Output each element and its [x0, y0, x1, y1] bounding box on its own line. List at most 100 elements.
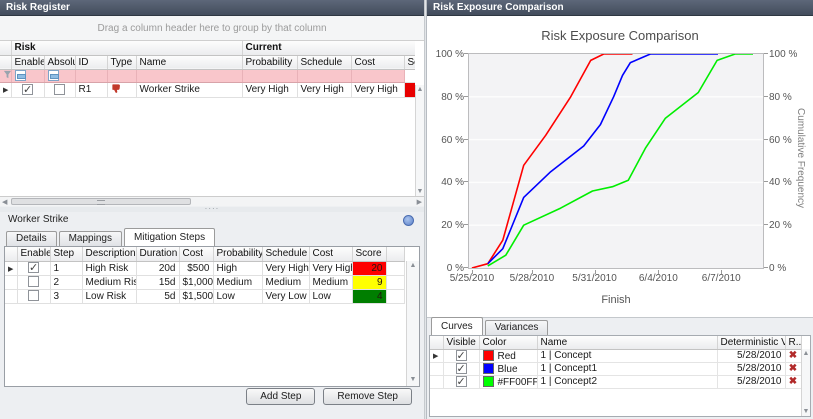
group-by-drop-zone[interactable]: Drag a column header here to group by th… [0, 16, 424, 41]
col-name[interactable]: Name [537, 336, 717, 349]
tab-curves[interactable]: Curves [431, 317, 483, 335]
col-schedule[interactable]: Schedule [262, 247, 309, 261]
description-cell[interactable]: Medium Risk [82, 275, 136, 289]
col-type[interactable]: Type [107, 55, 136, 69]
filter-cell[interactable] [351, 69, 404, 82]
visible-checkbox[interactable] [456, 376, 467, 387]
col-remove[interactable]: R... [785, 336, 801, 349]
col-color[interactable]: Color [479, 336, 537, 349]
step-enabled-cell[interactable] [17, 261, 50, 275]
scrollbar-thumb[interactable] [11, 198, 191, 205]
panel-pin-icon[interactable] [403, 215, 414, 226]
color-swatch[interactable] [483, 376, 494, 387]
duration-cell[interactable]: 5d [136, 289, 179, 303]
scroll-right-icon[interactable]: ▶ [417, 198, 422, 207]
filter-checkbox-icon[interactable] [48, 70, 59, 81]
col-score[interactable]: Score [352, 247, 386, 261]
col-cost[interactable]: Cost [351, 55, 404, 69]
step-enabled-cell[interactable] [17, 275, 50, 289]
scroll-down-icon[interactable]: ▼ [407, 375, 419, 386]
filter-cell[interactable] [75, 69, 107, 82]
schedule-cell[interactable]: Very High [262, 261, 309, 275]
enabled-checkbox[interactable] [28, 290, 39, 301]
risk-name-cell[interactable]: Worker Strike [136, 82, 242, 97]
col-duration[interactable]: Duration [136, 247, 179, 261]
col-absolute[interactable]: Absolu... [44, 55, 75, 69]
visible-checkbox[interactable] [456, 350, 467, 361]
band-current[interactable]: Current [242, 41, 415, 55]
col-probability[interactable]: Probability [213, 247, 262, 261]
col-name[interactable]: Name [136, 55, 242, 69]
tab-mitigation-steps[interactable]: Mitigation Steps [124, 228, 215, 246]
curve-name-cell[interactable]: 1 | Concept2 [537, 375, 717, 388]
risk-probability-cell[interactable]: Very High [242, 82, 297, 97]
schedule-cell[interactable]: Medium [262, 275, 309, 289]
cost-cell[interactable]: $1,500 [179, 289, 213, 303]
col-cost[interactable]: Cost [179, 247, 213, 261]
risk-score-cell[interactable] [404, 82, 415, 97]
probability-cell[interactable]: Medium [213, 275, 262, 289]
cost-cell[interactable]: $500 [179, 261, 213, 275]
filter-enabled-cell[interactable] [11, 69, 44, 82]
add-step-button[interactable]: Add Step [246, 388, 315, 405]
mitigation-row[interactable]: ▶ 1 High Risk 20d $500 High Very High Ve… [5, 261, 404, 275]
remove-cell[interactable]: ✖ [785, 362, 801, 375]
scroll-down-icon[interactable]: ▼ [802, 407, 810, 416]
scroll-up-icon[interactable]: ▲ [416, 85, 424, 94]
mitigation-vertical-scrollbar[interactable]: ▲ ▼ [406, 261, 419, 386]
curves-vertical-scrollbar[interactable]: ▲ ▼ [801, 349, 810, 416]
mitigation-row[interactable]: 2 Medium Risk 15d $1,000 Medium Medium M… [5, 275, 404, 289]
step-cell[interactable]: 1 [50, 261, 82, 275]
color-cell[interactable]: #FF00FF00 [479, 375, 537, 388]
col-probability[interactable]: Probability [242, 55, 297, 69]
delete-curve-icon[interactable]: ✖ [789, 350, 797, 361]
cost2-cell[interactable]: Medium [309, 275, 352, 289]
col-schedule[interactable]: Schedule [297, 55, 351, 69]
enabled-checkbox[interactable] [28, 276, 39, 287]
step-cell[interactable]: 2 [50, 275, 82, 289]
col-deterministic-value[interactable]: Deterministic Value [717, 336, 785, 349]
mitigation-row[interactable]: 3 Low Risk 5d $1,500 Low Very Low Low 4 [5, 289, 404, 303]
filter-cell[interactable] [404, 69, 415, 82]
filter-absolute-cell[interactable] [44, 69, 75, 82]
description-cell[interactable]: Low Risk [82, 289, 136, 303]
color-swatch[interactable] [483, 350, 494, 361]
scroll-up-icon[interactable]: ▲ [802, 349, 810, 358]
probability-cell[interactable]: Low [213, 289, 262, 303]
band-risk[interactable]: Risk [11, 41, 242, 55]
curve-name-cell[interactable]: 1 | Concept [537, 349, 717, 362]
scroll-up-icon[interactable]: ▲ [407, 261, 419, 272]
description-cell[interactable]: High Risk [82, 261, 136, 275]
visible-cell[interactable] [443, 362, 479, 375]
filter-cell[interactable] [242, 69, 297, 82]
curve-row[interactable]: #FF00FF00 1 | Concept2 5/28/2010 ✖ [430, 375, 801, 388]
remove-cell[interactable]: ✖ [785, 375, 801, 388]
score-cell[interactable]: 9 [352, 275, 386, 289]
curve-name-cell[interactable]: 1 | Concept1 [537, 362, 717, 375]
enabled-checkbox[interactable] [22, 84, 33, 95]
duration-cell[interactable]: 15d [136, 275, 179, 289]
col-step[interactable]: Step [50, 247, 82, 261]
remove-cell[interactable]: ✖ [785, 349, 801, 362]
color-swatch[interactable] [483, 363, 494, 374]
tab-mappings[interactable]: Mappings [59, 231, 122, 246]
filter-cell[interactable] [297, 69, 351, 82]
deterministic-value-cell[interactable]: 5/28/2010 [717, 375, 785, 388]
risk-type-cell[interactable] [107, 82, 136, 97]
risk-id-cell[interactable]: R1 [75, 82, 107, 97]
cost-cell[interactable]: $1,000 [179, 275, 213, 289]
score-cell[interactable]: 4 [352, 289, 386, 303]
filter-funnel-icon[interactable] [3, 70, 11, 79]
risk-grid-vertical-scrollbar[interactable]: ▲ ▼ [415, 85, 424, 196]
filter-cell[interactable] [136, 69, 242, 82]
step-enabled-cell[interactable] [17, 289, 50, 303]
filter-checkbox-icon[interactable] [15, 70, 26, 81]
scroll-left-icon[interactable]: ◀ [2, 198, 7, 207]
filter-cell[interactable] [107, 69, 136, 82]
curve-row[interactable]: Blue 1 | Concept1 5/28/2010 ✖ [430, 362, 801, 375]
risk-schedule-cell[interactable]: Very High [297, 82, 351, 97]
risk-absolute-cell[interactable] [44, 82, 75, 97]
visible-cell[interactable] [443, 349, 479, 362]
visible-checkbox[interactable] [456, 363, 467, 374]
col-id[interactable]: ID [75, 55, 107, 69]
